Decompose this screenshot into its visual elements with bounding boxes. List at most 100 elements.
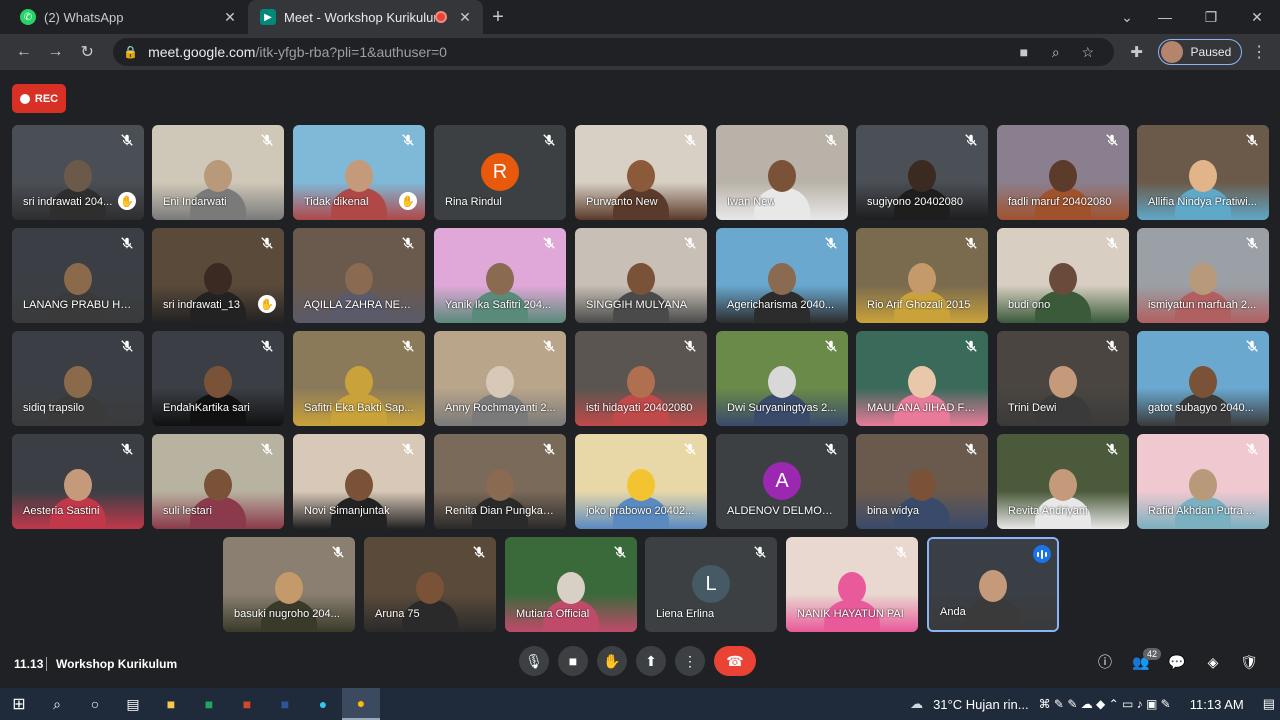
- participant-tile[interactable]: Agericharisma 2040...: [716, 228, 848, 323]
- participant-tile[interactable]: Aruna 75: [364, 537, 496, 632]
- browser-menu-icon[interactable]: ⋮: [1246, 42, 1272, 62]
- present-screen-button[interactable]: ⬆: [636, 646, 666, 676]
- participant-tile[interactable]: A ALDENOV DELMORA ...: [716, 434, 848, 529]
- microphone-button[interactable]: 🎙: [519, 646, 549, 676]
- participant-video: [331, 160, 387, 220]
- participant-tile[interactable]: Rio Arif Ghozali 2015: [856, 228, 988, 323]
- word-icon[interactable]: ■: [266, 688, 304, 720]
- meeting-details-icon[interactable]: ⓘ: [1093, 650, 1117, 674]
- clock[interactable]: 11:13 AM: [1190, 697, 1244, 712]
- participant-tile[interactable]: EndahKartika sari: [152, 331, 284, 426]
- participant-tile[interactable]: isti hidayati 20402080: [575, 331, 707, 426]
- participant-tile[interactable]: Revita Andriyani: [997, 434, 1129, 529]
- participant-tile[interactable]: suli lestari: [152, 434, 284, 529]
- participant-tile[interactable]: Iwan New: [716, 125, 848, 220]
- cortana-icon[interactable]: ○: [76, 688, 114, 720]
- participant-tile[interactable]: Eni Indarwati: [152, 125, 284, 220]
- search-icon[interactable]: ⌕: [38, 688, 76, 720]
- chrome-icon[interactable]: ●: [342, 688, 380, 720]
- participant-tile[interactable]: Renita Dian Pungkas...: [434, 434, 566, 529]
- participant-tile[interactable]: sri indrawati_13 ✋: [152, 228, 284, 323]
- participant-tile[interactable]: Allifia Nindya Pratiwi...: [1137, 125, 1269, 220]
- participant-tile[interactable]: gatot subagyo 2040...: [1137, 331, 1269, 426]
- recording-badge[interactable]: REC: [12, 84, 66, 113]
- close-tab-icon[interactable]: ✕: [222, 9, 238, 26]
- participant-video: [1035, 263, 1091, 323]
- participant-tile[interactable]: Purwanto New: [575, 125, 707, 220]
- participant-tile[interactable]: sugiyono 20402080: [856, 125, 988, 220]
- bookmark-star-icon[interactable]: ☆: [1072, 44, 1104, 61]
- windows-taskbar: ⊞ ⌕ ○ ▤ ■ ■ ■ ■ ● ● ☁ 31°C Hujan rin... …: [0, 688, 1280, 720]
- participant-name: suli lestari: [163, 505, 212, 517]
- extensions-icon[interactable]: ✚: [1122, 43, 1152, 61]
- activities-icon[interactable]: ◈: [1201, 650, 1225, 674]
- zoom-icon[interactable]: ⌕: [1040, 44, 1072, 61]
- participant-tile[interactable]: sidiq trapsilo: [12, 331, 144, 426]
- lock-icon[interactable]: 🔒: [123, 45, 138, 59]
- weather-text[interactable]: 31°C Hujan rin...: [933, 697, 1029, 712]
- tab-meet[interactable]: ▶ Meet - Workshop Kurikulum ✕: [248, 0, 483, 34]
- participant-tile[interactable]: Aesteria Sastini: [12, 434, 144, 529]
- windows-start-icon[interactable]: ⊞: [0, 688, 38, 720]
- more-options-button[interactable]: ⋮: [675, 646, 705, 676]
- participant-tile[interactable]: fadli maruf 20402080: [997, 125, 1129, 220]
- excel-icon[interactable]: ■: [190, 688, 228, 720]
- participant-tile[interactable]: AQILLA ZAHRA NEO...: [293, 228, 425, 323]
- restore-button[interactable]: ❐: [1188, 9, 1234, 26]
- participant-tile[interactable]: L Liena Erlina: [645, 537, 777, 632]
- participant-video: [894, 160, 950, 220]
- participant-tile[interactable]: Safitri Eka Bakti Sap...: [293, 331, 425, 426]
- minimize-button[interactable]: —: [1142, 9, 1188, 25]
- participant-name: Agericharisma 2040...: [727, 299, 834, 311]
- tab-search-icon[interactable]: ⌄: [1112, 9, 1142, 26]
- participant-tile[interactable]: basuki nugroho 204...: [223, 537, 355, 632]
- participant-tile[interactable]: SINGGIH MULYANA: [575, 228, 707, 323]
- participant-name: sidiq trapsilo: [23, 402, 85, 414]
- people-icon[interactable]: 👥 42: [1129, 648, 1161, 674]
- leave-call-button[interactable]: ☎: [714, 646, 756, 676]
- participant-tile[interactable]: Anny Rochmayanti 2...: [434, 331, 566, 426]
- participant-tile[interactable]: Dwi Suryaningtyas 2...: [716, 331, 848, 426]
- host-controls-icon[interactable]: 🛡: [1237, 650, 1261, 674]
- notification-icon[interactable]: ▤: [1263, 696, 1275, 712]
- powerpoint-icon[interactable]: ■: [228, 688, 266, 720]
- file-explorer-icon[interactable]: ■: [152, 688, 190, 720]
- close-tab-icon[interactable]: ✕: [457, 9, 473, 26]
- tab-whatsapp[interactable]: ✆ (2) WhatsApp ✕: [8, 0, 248, 34]
- participant-name: ALDENOV DELMORA ...: [727, 505, 839, 517]
- participant-tile[interactable]: ismiyatun marfuah 2...: [1137, 228, 1269, 323]
- forward-button[interactable]: →: [40, 36, 72, 68]
- raise-hand-button[interactable]: ✋: [597, 646, 627, 676]
- close-window-button[interactable]: ✕: [1234, 9, 1280, 26]
- meet-icon: ▶: [260, 9, 276, 25]
- participant-tile[interactable]: joko prabowo 20402...: [575, 434, 707, 529]
- participant-tile[interactable]: Novi Simanjuntak: [293, 434, 425, 529]
- tray-icons[interactable]: ⌘ ✎ ✎ ☁ ◆ ⌃ ▭ ♪ ▣ ✎: [1039, 697, 1171, 711]
- participant-tile[interactable]: Tidak dikenal ✋: [293, 125, 425, 220]
- participant-tile[interactable]: MAULANA JIHAD FE...: [856, 331, 988, 426]
- participant-tile[interactable]: LANANG PRABU HA...: [12, 228, 144, 323]
- new-tab-button[interactable]: +: [483, 0, 513, 34]
- participant-tile[interactable]: Yanik Ika Safitri 204...: [434, 228, 566, 323]
- edge-icon[interactable]: ●: [304, 688, 342, 720]
- participant-tile[interactable]: Anda: [927, 537, 1059, 632]
- participant-tile[interactable]: Trini Dewi: [997, 331, 1129, 426]
- task-view-icon[interactable]: ▤: [114, 688, 152, 720]
- participant-tile[interactable]: sri indrawati 204... ✋: [12, 125, 144, 220]
- address-bar[interactable]: 🔒 meet.google.com/itk-yfgb-rba?pli=1&aut…: [113, 38, 1114, 66]
- participant-tile[interactable]: bina widya: [856, 434, 988, 529]
- tab-title: Meet - Workshop Kurikulum: [284, 9, 435, 25]
- participant-tile[interactable]: NANIK HAYATUN PAI: [786, 537, 918, 632]
- participant-tile[interactable]: R Rina Rindul: [434, 125, 566, 220]
- reload-button[interactable]: ↻: [71, 36, 103, 68]
- participant-tile[interactable]: Rafid Akhdan Putra ...: [1137, 434, 1269, 529]
- profile-button[interactable]: Paused: [1157, 39, 1243, 65]
- participant-tile[interactable]: Mutiara Official: [505, 537, 637, 632]
- camera-in-use-icon[interactable]: ■: [1008, 44, 1040, 60]
- participant-tile[interactable]: budi ono: [997, 228, 1129, 323]
- mic-muted-icon: [753, 545, 769, 561]
- chat-icon[interactable]: 💬: [1165, 650, 1189, 674]
- weather-icon[interactable]: ☁: [910, 696, 923, 712]
- camera-button[interactable]: ■: [558, 646, 588, 676]
- back-button[interactable]: ←: [8, 36, 40, 68]
